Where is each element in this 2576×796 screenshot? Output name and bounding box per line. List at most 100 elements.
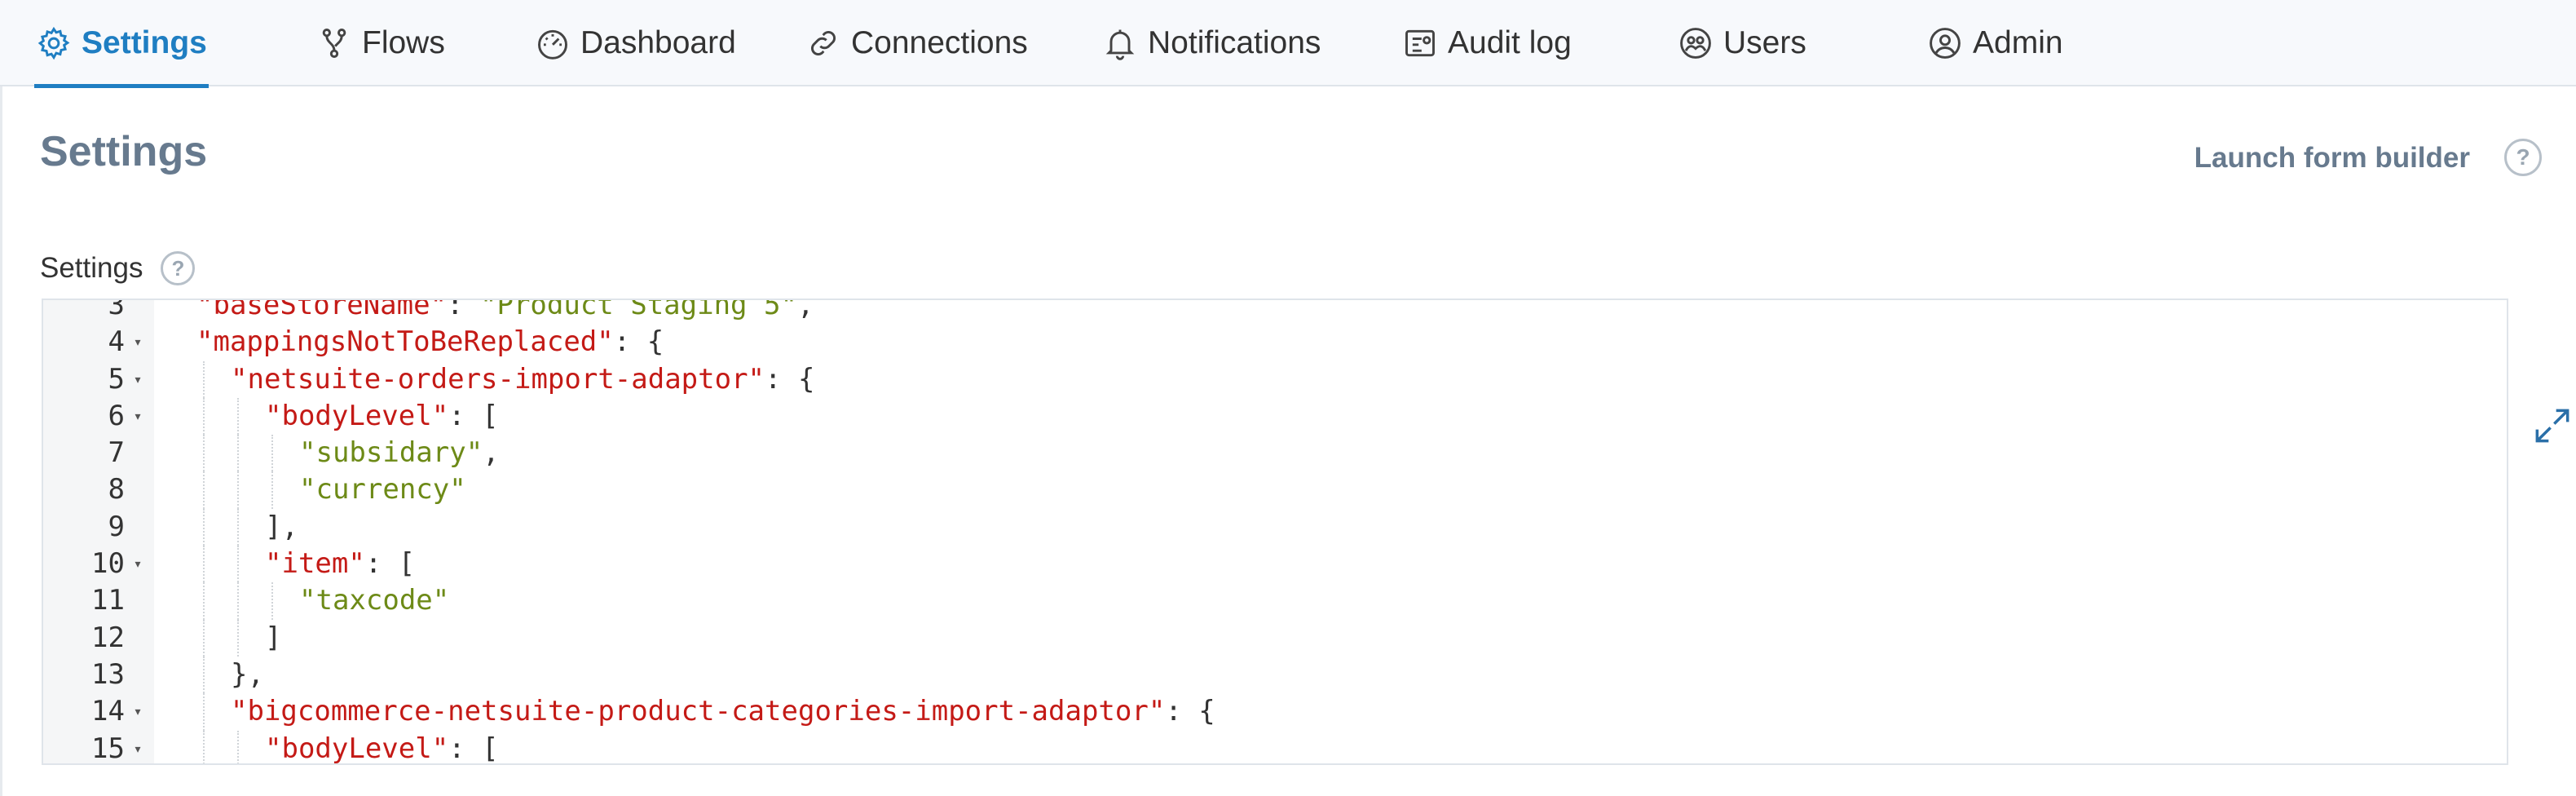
audit-log-icon — [1402, 25, 1438, 61]
page-title: Settings — [40, 128, 208, 175]
json-punctuation: : [ — [448, 732, 499, 765]
tab-dashboard-label: Dashboard — [580, 25, 736, 60]
code-line: 10 ▾ "item": [ — [43, 546, 2507, 583]
tab-settings[interactable]: Settings — [34, 0, 209, 88]
fold-toggle-icon[interactable]: ▾ — [130, 731, 146, 763]
indent-guide — [237, 619, 239, 657]
fold-toggle-icon[interactable]: ▾ — [130, 546, 146, 582]
code-text: "baseStoreName": "Product Staging 5", — [196, 298, 814, 324]
code-text: "bigcommerce-netsuite-product-categories… — [231, 693, 1215, 730]
fold-toggle-icon[interactable]: ▾ — [130, 398, 146, 435]
help-glyph: ? — [171, 255, 185, 281]
indent-guide — [203, 582, 205, 620]
line-number: 3 — [108, 298, 125, 321]
code-line: 12] — [43, 619, 2507, 657]
json-punctuation: , — [796, 298, 814, 321]
expand-editor-icon[interactable] — [2530, 403, 2575, 449]
code-line: 6 ▾ "bodyLevel": [ — [43, 397, 2507, 436]
tab-users-label: Users — [1723, 25, 1806, 60]
code-line: 11 "taxcode" — [43, 582, 2507, 620]
code-line: 15 ▾ "bodyLevel": [ — [43, 730, 2507, 765]
tab-connections[interactable]: Connections — [805, 0, 1028, 86]
tab-admin[interactable]: Admin — [1927, 0, 2063, 86]
fold-toggle-icon[interactable]: ▾ — [130, 324, 146, 360]
line-number: 4 — [108, 325, 125, 359]
line-number: 9 — [108, 510, 125, 543]
json-key: "netsuite-orders-import-adaptor" — [231, 362, 765, 396]
help-icon[interactable]: ? — [161, 251, 196, 285]
tab-flows-label: Flows — [362, 25, 445, 60]
tab-settings-label: Settings — [82, 25, 207, 60]
json-key: "mappingsNotToBeReplaced" — [196, 325, 614, 359]
settings-field-label-text: Settings — [40, 252, 143, 284]
indent-guide — [237, 508, 239, 546]
code-text: "bodyLevel": [ — [265, 731, 499, 765]
indent-guide — [203, 471, 205, 509]
bell-icon — [1102, 25, 1138, 61]
fold-toggle-icon[interactable]: ▾ — [130, 693, 146, 730]
code-line: 3 "baseStoreName": "Product Staging 5", — [43, 298, 2507, 324]
code-line: 9], — [43, 508, 2507, 546]
code-text: "subsidary", — [299, 435, 500, 471]
indent-guide — [271, 471, 273, 509]
json-punctuation: : — [447, 298, 480, 321]
code-line: 7 "subsidary", — [43, 435, 2507, 472]
help-icon[interactable]: ? — [2504, 139, 2542, 176]
code-line: 14 ▾ "bigcommerce-netsuite-product-categor… — [43, 693, 2507, 731]
line-number: 13 — [91, 657, 125, 691]
line-number: 12 — [91, 621, 125, 654]
top-nav-tabs: Settings Flows Dashboard Connections Not… — [0, 0, 2576, 88]
json-string: "currency" — [299, 473, 466, 506]
json-string: "subsidary" — [299, 436, 483, 470]
json-key: "bigcommerce-netsuite-product-categories… — [231, 695, 1166, 728]
tab-notifications-label: Notifications — [1148, 25, 1321, 60]
users-icon — [1678, 25, 1714, 61]
code-line: 8 "currency" — [43, 471, 2507, 509]
tab-audit-log[interactable]: Audit log — [1402, 0, 1572, 86]
code-line: 4 ▾ "mappingsNotToBeReplaced": { — [43, 324, 2507, 360]
json-key: "item" — [265, 547, 365, 581]
indent-guide — [237, 471, 239, 509]
json-key: "bodyLevel" — [265, 732, 449, 765]
json-punctuation: : { — [765, 362, 815, 396]
json-code-editor[interactable]: 3 "baseStoreName": "Product Staging 5", 4 ▾… — [42, 298, 2508, 765]
indent-guide — [203, 435, 205, 472]
code-line: 13}, — [43, 656, 2507, 694]
indent-guide — [271, 435, 273, 472]
dashboard-gauge-icon — [535, 25, 571, 61]
tab-users[interactable]: Users — [1678, 0, 1806, 86]
indent-guide — [237, 582, 239, 620]
line-number: 8 — [108, 473, 125, 506]
indent-guide — [203, 508, 205, 546]
json-punctuation: , — [483, 436, 500, 470]
indent-guide — [203, 360, 205, 398]
fold-toggle-icon[interactable]: ▾ — [130, 361, 146, 398]
indent-guide — [237, 730, 239, 763]
indent-guide — [203, 397, 205, 436]
code-text: }, — [231, 657, 264, 693]
indent-guide — [237, 546, 239, 583]
json-string: "Product Staging 5" — [480, 298, 797, 321]
code-text: "currency" — [299, 471, 466, 508]
json-punctuation: : [ — [364, 547, 416, 581]
code-text: "taxcode" — [299, 582, 449, 619]
code-line: 5 ▾ "netsuite-orders-import-adaptor": { — [43, 360, 2507, 398]
tab-admin-label: Admin — [1973, 25, 2063, 60]
indent-guide — [237, 397, 239, 436]
code-text: ], — [265, 509, 298, 546]
json-punctuation: : [ — [448, 399, 499, 432]
indent-guide — [203, 656, 205, 694]
launch-form-builder-link[interactable]: Launch form builder — [2194, 142, 2470, 175]
json-punctuation: : { — [613, 325, 664, 359]
code-text: "bodyLevel": [ — [265, 398, 499, 435]
indent-guide — [237, 435, 239, 472]
tab-connections-label: Connections — [851, 25, 1028, 60]
indent-guide — [203, 619, 205, 657]
editor-lines: 3 "baseStoreName": "Product Staging 5", 4 ▾… — [43, 298, 2507, 765]
json-key: "bodyLevel" — [265, 399, 449, 432]
json-punctuation: ] — [265, 621, 282, 654]
tab-dashboard[interactable]: Dashboard — [535, 0, 736, 86]
tab-notifications[interactable]: Notifications — [1102, 0, 1321, 86]
line-number: 10 — [91, 547, 125, 581]
tab-flows[interactable]: Flows — [316, 0, 445, 86]
